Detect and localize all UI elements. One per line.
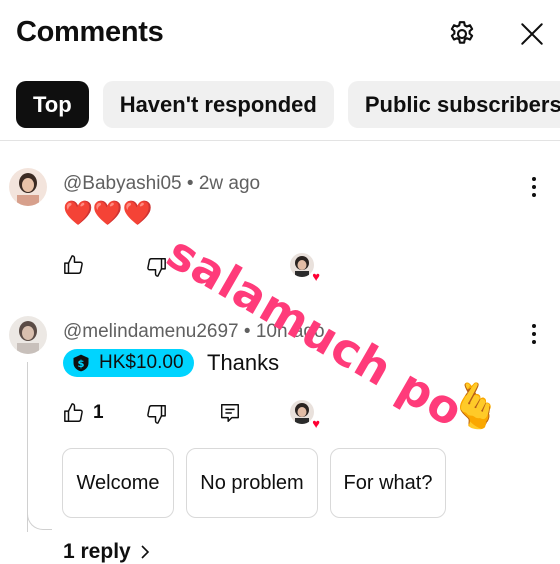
comment-text: ❤️❤️❤️ xyxy=(63,200,153,227)
avatar[interactable] xyxy=(9,168,47,206)
like-button[interactable] xyxy=(63,254,85,276)
chip-havent-responded[interactable]: Haven't responded xyxy=(102,81,334,128)
gear-icon[interactable] xyxy=(442,14,482,54)
like-count: 1 xyxy=(93,402,104,423)
super-thanks-amount: HK$10.00 xyxy=(99,352,184,373)
creator-avatar xyxy=(290,253,314,277)
thread-curve xyxy=(27,505,52,530)
svg-text:$: $ xyxy=(78,359,85,370)
meta-separator: • xyxy=(186,173,199,194)
finger-heart-emoji: 🫰 xyxy=(448,382,503,431)
thumbs-up-icon xyxy=(64,403,83,422)
super-thanks-icon: $ xyxy=(73,354,89,372)
thumbs-up-icon xyxy=(64,255,83,274)
reply-button[interactable] xyxy=(219,402,241,424)
chevron-right-icon xyxy=(141,545,149,559)
comment-author[interactable]: @melindamenu2697 xyxy=(63,321,239,342)
reply-icon xyxy=(221,404,239,422)
page-title: Comments xyxy=(16,16,164,48)
comment-meta: @Babyashi05 • 2w ago xyxy=(63,173,260,195)
view-replies-link[interactable]: 1 reply xyxy=(63,540,151,564)
creator-heart-badge[interactable]: ♥ xyxy=(290,253,320,283)
super-thanks-badge: $ HK$10.00 xyxy=(63,349,194,377)
close-icon[interactable] xyxy=(512,14,552,54)
more-options-icon[interactable] xyxy=(524,173,544,201)
like-button[interactable]: 1 xyxy=(63,402,104,424)
creator-heart-badge[interactable]: ♥ xyxy=(290,400,320,430)
dislike-button[interactable] xyxy=(145,403,167,425)
filter-chips: Top Haven't responded Public subscribers xyxy=(16,81,560,128)
heart-icon: ♥ xyxy=(312,416,320,431)
chip-public-subscribers[interactable]: Public subscribers xyxy=(347,81,560,128)
suggested-reply-welcome[interactable]: Welcome xyxy=(62,448,174,518)
comment-text: Thanks xyxy=(207,350,280,375)
comments-header: Comments xyxy=(0,0,560,70)
suggested-reply-no-problem[interactable]: No problem xyxy=(186,448,318,518)
header-divider xyxy=(0,140,560,141)
replies-count: 1 reply xyxy=(63,540,131,563)
more-options-icon[interactable] xyxy=(524,320,544,348)
comment-time: 2w ago xyxy=(198,173,261,194)
chip-top[interactable]: Top xyxy=(16,81,89,128)
heart-icon: ♥ xyxy=(312,269,320,284)
creator-avatar xyxy=(290,400,314,424)
suggested-reply-for-what[interactable]: For what? xyxy=(330,448,446,518)
thumbs-down-icon xyxy=(147,405,166,424)
comment-author[interactable]: @Babyashi05 xyxy=(63,173,182,194)
avatar[interactable] xyxy=(9,316,47,354)
